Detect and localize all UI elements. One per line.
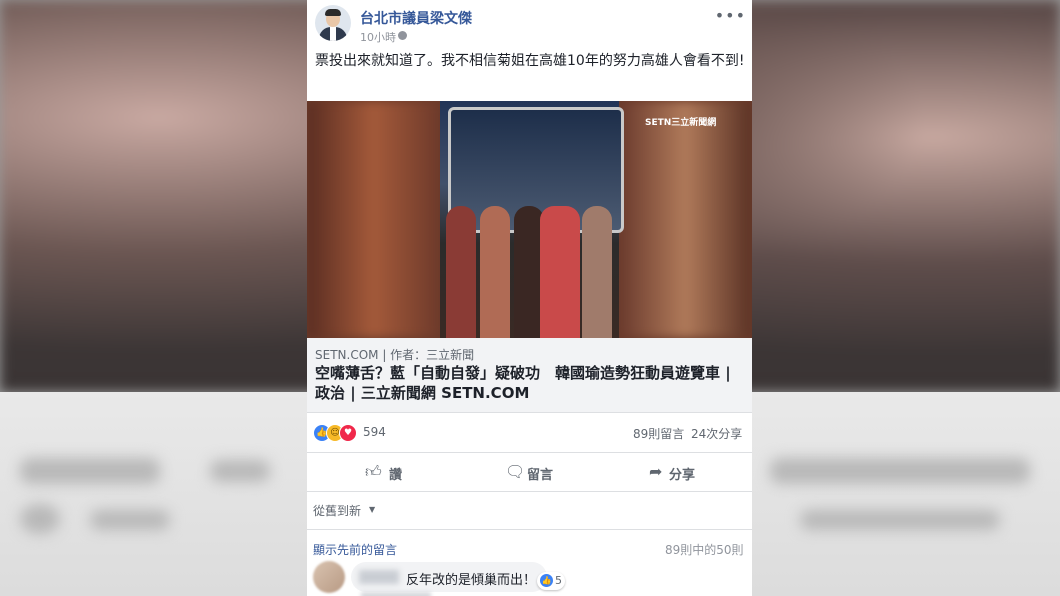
blurred-avatar [20,504,60,534]
blurred-text-block [20,458,160,484]
like-label: 讚 [389,468,403,483]
comment-page-count: 89則中的50則 [665,543,744,557]
news-watermark: SETN三立新聞網 [645,118,717,128]
share-label: 分享 [669,468,696,483]
blurred-text-block [770,458,1030,484]
blurred-video-left [307,101,440,338]
crowd-person [582,206,612,338]
share-icon: ➦ [649,462,663,481]
comment-reaction-badge[interactable]: 👍 5 [537,572,565,590]
crowd-person [446,206,476,338]
blurred-video-right [619,101,752,338]
share-count[interactable]: 24次分享 [691,425,742,442]
link-title[interactable]: 空嘴薄舌？藍「自動自發」疑破功 韓國瑜造勢狂動員遊覽車 | 政治 | 三立新聞網… [315,363,747,403]
author-avatar[interactable] [315,5,351,41]
post-header: 台北市議員梁文傑 10小時 ••• [307,0,752,48]
crowd-person [480,206,510,338]
divider [307,529,752,530]
more-options-icon[interactable]: ••• [715,6,746,25]
thumbs-up-icon: 👍︎ [365,462,382,481]
link-preview[interactable]: SETN.COM | 作者：三立新聞 空嘴薄舌？藍「自動自發」疑破功 韓國瑜造勢… [307,338,752,413]
video-thumbnail[interactable]: SETN三立新聞網 [307,101,752,338]
comment-icon: 🗨︎ [505,462,526,481]
like-button[interactable]: 👍︎ 讚 [307,453,455,491]
crowd-person [540,206,580,338]
post-stats: 👍 ☺ ♥ 594 89則留言 24次分享 [307,421,752,443]
post-text: 票投出來就知道了。我不相信菊姐在高雄10年的努力高雄人會看不到! [315,53,745,69]
comment-button[interactable]: 🗨︎ 留言 [455,453,603,491]
author-name[interactable]: 台北市議員梁文傑 [360,8,472,28]
facebook-post-card: 台北市議員梁文傑 10小時 ••• 票投出來就知道了。我不相信菊姐在高雄10年的… [307,0,752,596]
comment-count[interactable]: 89則留言 [633,425,684,442]
avatar-hair [325,9,341,16]
blurred-comment-meta [361,592,431,596]
link-source: SETN.COM | 作者：三立新聞 [315,348,475,362]
view-previous-comments-link[interactable]: 顯示先前的留言 [313,541,397,558]
action-bar: 👍︎ 讚 🗨︎ 留言 ➦ 分享 [307,452,752,492]
share-button[interactable]: ➦ 分享 [603,453,751,491]
commenter-avatar[interactable] [313,561,345,593]
reaction-count[interactable]: 594 [363,425,386,439]
blurred-text-block [210,460,270,482]
comment-sort-selector[interactable]: 從舊到新 [313,502,361,519]
comment-bubble: 反年改的是傾巢而出！ [351,562,547,592]
blurred-text-block [800,510,1000,530]
blurred-text-block [90,510,170,530]
video-frame [440,101,624,338]
like-reaction-icon: 👍 [540,574,553,587]
comment-text: 反年改的是傾巢而出！ [406,573,537,588]
globe-icon [398,31,407,40]
avatar-shirt [330,27,336,41]
post-time[interactable]: 10小時 [360,29,396,45]
comment-like-count: 5 [555,574,562,587]
chevron-down-icon[interactable]: ▼ [369,505,375,514]
love-reaction-icon[interactable]: ♥ [339,424,357,442]
blurred-commenter-name [359,570,399,584]
comment-label: 留言 [527,468,554,483]
